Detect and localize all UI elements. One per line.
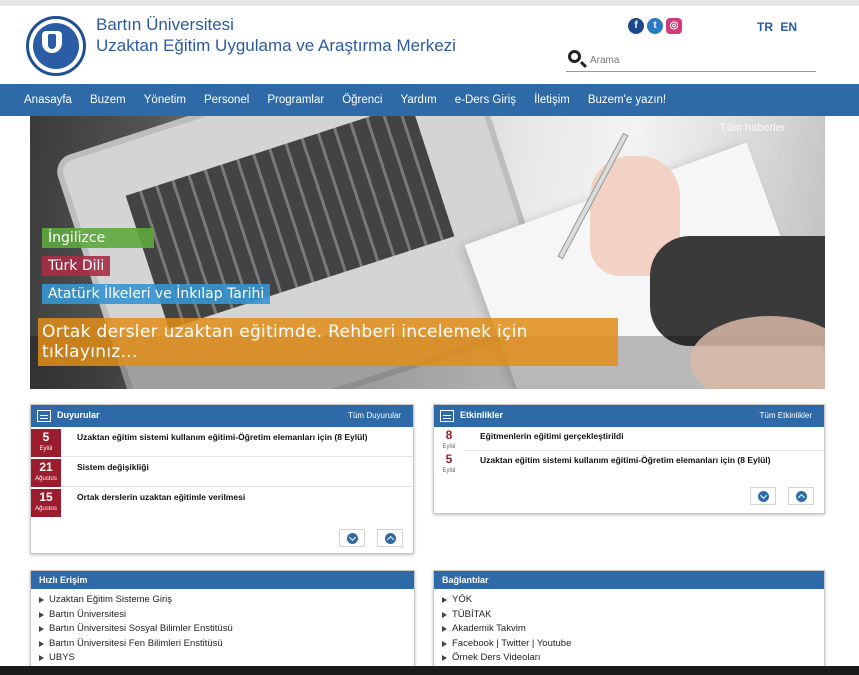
all-news-link[interactable]: Tüm haberler	[720, 122, 785, 134]
links-panel: Bağlantılar YÖK TÜBİTAK Akademik Takvim …	[433, 570, 825, 670]
site-title[interactable]: Bartın Üniversitesi Uzaktan Eğitim Uygul…	[96, 14, 456, 56]
quick-link[interactable]: Bartın Üniversitesi	[39, 608, 414, 623]
quick-access-list: Uzaktan Eğitim Sisteme Giriş Bartın Üniv…	[31, 589, 414, 666]
taskbar-strip	[0, 666, 859, 675]
announcement-date: 5 Eylül	[31, 429, 61, 457]
event-text[interactable]: Eğitmenlerin eğitimi gerçekleştirildi	[480, 431, 624, 441]
newspaper-icon	[440, 410, 454, 422]
links-list: YÖK TÜBİTAK Akademik Takvim Facebook | T…	[434, 589, 824, 666]
external-link[interactable]: Facebook | Twitter | Youtube	[442, 637, 824, 652]
external-link[interactable]: Örnek Ders Videoları	[442, 651, 824, 666]
main-nav: Anasayfa Buzem Yönetim Personel Programl…	[0, 84, 859, 116]
external-link[interactable]: Akademik Takvim	[442, 622, 824, 637]
announcement-text[interactable]: Sistem değişikliği	[77, 462, 149, 472]
social-links: f t ◎	[628, 18, 682, 34]
nav-ogrenci[interactable]: Öğrenci	[342, 84, 382, 116]
instagram-icon[interactable]: ◎	[666, 18, 682, 34]
hero-tag-ingilizce[interactable]: İngilizce	[42, 228, 154, 248]
nav-anasayfa[interactable]: Anasayfa	[24, 84, 72, 116]
nav-personel[interactable]: Personel	[204, 84, 249, 116]
event-item[interactable]: 5 Eylül Uzaktan eğitim sistemi kullanım …	[434, 451, 824, 479]
nav-buzem[interactable]: Buzem	[90, 84, 126, 116]
event-month: Eylül	[442, 444, 456, 450]
external-link[interactable]: YÖK	[442, 593, 824, 608]
search-input[interactable]	[590, 52, 810, 68]
search-box	[566, 48, 816, 72]
announcement-month: Eylül	[39, 446, 53, 452]
site-header: Bartın Üniversitesi Uzaktan Eğitim Uygul…	[0, 6, 859, 84]
links-header: Bağlantılar	[434, 571, 824, 589]
chevron-up-icon	[384, 532, 396, 544]
announcement-day: 15	[39, 490, 53, 504]
announcement-item[interactable]: 5 Eylül Uzaktan eğitim sistemi kullanım …	[31, 427, 413, 457]
events-header: Etkinlikler Tüm Etkinlikler	[434, 405, 824, 427]
announcement-month: Ağustos	[35, 476, 57, 482]
announcement-text[interactable]: Uzaktan eğitim sistemi kullanım eğitimi-…	[77, 432, 368, 442]
nav-yardim[interactable]: Yardım	[401, 84, 437, 116]
site-title-line2: Uzaktan Eğitim Uygulama ve Araştırma Mer…	[96, 36, 456, 55]
scroll-up-button[interactable]	[788, 487, 814, 505]
chevron-down-icon	[757, 490, 769, 502]
university-logo[interactable]	[26, 16, 86, 76]
newspaper-icon	[37, 410, 51, 422]
scroll-up-button[interactable]	[377, 529, 403, 547]
quick-access-panel: Hızlı Erişim Uzaktan Eğitim Sisteme Giri…	[30, 570, 415, 670]
announcement-item[interactable]: 15 Ağustos Ortak derslerin uzaktan eğiti…	[31, 487, 413, 517]
events-panel: Etkinlikler Tüm Etkinlikler 8 Eylül Eğit…	[433, 404, 825, 514]
facebook-icon[interactable]: f	[628, 18, 644, 34]
chevron-down-icon	[346, 532, 358, 544]
events-controls	[750, 487, 814, 505]
event-date: 5 Eylül	[434, 451, 464, 479]
nav-programlar[interactable]: Programlar	[267, 84, 324, 116]
lang-tr[interactable]: TR	[757, 20, 773, 34]
quick-link[interactable]: Bartın Üniversitesi Fen Bilimleri Enstit…	[39, 637, 414, 652]
announcements-controls	[339, 529, 403, 547]
announcement-item[interactable]: 21 Ağustos Sistem değişikliği	[31, 457, 413, 487]
announcement-text[interactable]: Ortak derslerin uzaktan eğitimle verilme…	[77, 492, 245, 502]
scroll-down-button[interactable]	[339, 529, 365, 547]
quick-link[interactable]: UBYS	[39, 651, 414, 666]
nav-e-ders-giris[interactable]: e-Ders Giriş	[455, 84, 516, 116]
event-item[interactable]: 8 Eylül Eğitmenlerin eğitimi gerçekleşti…	[434, 427, 824, 455]
events-title: Etkinlikler	[460, 410, 504, 420]
announcements-header: Duyurular Tüm Duyurular	[31, 405, 413, 427]
nav-iletisim[interactable]: İletişim	[534, 84, 570, 116]
chevron-up-icon	[795, 490, 807, 502]
all-announcements-link[interactable]: Tüm Duyurular	[348, 411, 401, 420]
quick-access-header: Hızlı Erişim	[31, 571, 414, 589]
hero-tag-ataturk-ilkeleri[interactable]: Atatürk İlkeleri ve İnkılap Tarihi	[42, 284, 271, 304]
hero-tag-turk-dili[interactable]: Türk Dili	[42, 256, 111, 276]
hero-slider[interactable]: Tüm haberler İngilizce Türk Dili Atatürk…	[30, 116, 825, 389]
links-title: Bağlantılar	[442, 575, 489, 585]
announcements-title: Duyurular	[57, 410, 100, 420]
announcement-day: 21	[39, 460, 53, 474]
lang-en[interactable]: EN	[780, 20, 797, 34]
site-title-line1: Bartın Üniversitesi	[96, 15, 234, 34]
quick-access-title: Hızlı Erişim	[39, 575, 88, 585]
scroll-down-button[interactable]	[750, 487, 776, 505]
twitter-icon[interactable]: t	[647, 18, 663, 34]
logo-emblem-core	[48, 34, 56, 49]
nav-yonetim[interactable]: Yönetim	[144, 84, 186, 116]
announcement-date: 15 Ağustos	[31, 489, 61, 517]
announcement-month: Ağustos	[35, 506, 57, 512]
announcement-date: 21 Ağustos	[31, 459, 61, 487]
event-day: 8	[445, 428, 453, 442]
hero-headline[interactable]: Ortak dersler uzaktan eğitimde. Rehberi …	[38, 318, 618, 366]
quick-link[interactable]: Bartın Üniversitesi Sosyal Bilimler Enst…	[39, 622, 414, 637]
external-link[interactable]: TÜBİTAK	[442, 608, 824, 623]
event-month: Eylül	[442, 468, 456, 474]
nav-buzeme-yazin[interactable]: Buzem'e yazın!	[588, 84, 666, 116]
quick-link[interactable]: Uzaktan Eğitim Sisteme Giriş	[39, 593, 414, 608]
all-events-link[interactable]: Tüm Etkinlikler	[760, 411, 812, 420]
announcements-panel: Duyurular Tüm Duyurular 5 Eylül Uzaktan …	[30, 404, 414, 554]
search-icon[interactable]	[568, 50, 581, 63]
event-day: 5	[445, 452, 453, 466]
language-switcher: TR EN	[757, 20, 801, 34]
announcement-day: 5	[42, 430, 50, 444]
event-text[interactable]: Uzaktan eğitim sistemi kullanım eğitimi-…	[480, 455, 771, 465]
